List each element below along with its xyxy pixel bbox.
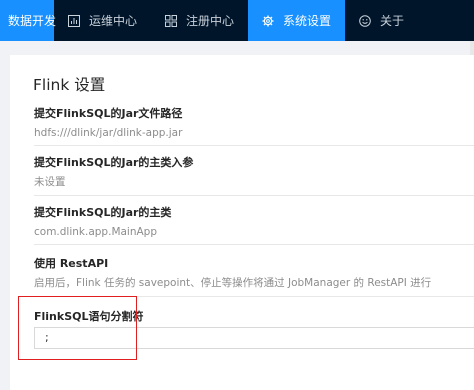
setting-value: hdfs:///dlink/jar/dlink-app.jar bbox=[34, 127, 183, 139]
nav-item-ops-center[interactable]: 运维中心 bbox=[54, 0, 151, 41]
nav-item-label: 运维中心 bbox=[89, 14, 138, 28]
nav-item-label: 系统设置 bbox=[283, 14, 332, 28]
setting-jar-main-args[interactable]: 提交FlinkSQL的Jar的主类入参 未设置 bbox=[34, 156, 193, 189]
setting-label: 使用 RestAPI bbox=[34, 257, 109, 270]
setting-use-restapi[interactable]: 使用 RestAPI 启用后，Flink 任务的 savepoint、停止等操作… bbox=[34, 257, 431, 290]
divider bbox=[34, 244, 474, 245]
smile-icon bbox=[359, 14, 371, 27]
grid-icon bbox=[165, 14, 178, 27]
app-window: 数据开发 运维中心 注册中心 系统设置 关于 Flink 设置 提交FlinkS… bbox=[0, 0, 474, 390]
setting-label: 提交FlinkSQL的Jar的主类入参 bbox=[34, 156, 194, 169]
nav-item-data-dev[interactable]: 数据开发 bbox=[0, 0, 57, 41]
top-navigation: 数据开发 运维中心 注册中心 系统设置 关于 bbox=[0, 0, 474, 41]
gear-icon bbox=[262, 15, 274, 27]
setting-label: 提交FlinkSQL的Jar的主类 bbox=[34, 206, 172, 219]
nav-item-label: 注册中心 bbox=[186, 14, 235, 28]
dashboard-icon bbox=[68, 14, 80, 27]
nav-item-registry-center[interactable]: 注册中心 bbox=[151, 0, 248, 41]
setting-label: 提交FlinkSQL的Jar文件路径 bbox=[34, 107, 183, 120]
divider bbox=[34, 145, 474, 146]
nav-item-system-settings[interactable]: 系统设置 bbox=[248, 0, 346, 41]
setting-value: 启用后，Flink 任务的 savepoint、停止等操作将通过 JobMana… bbox=[34, 277, 432, 289]
setting-value: com.dlink.app.MainApp bbox=[34, 226, 158, 238]
divider bbox=[34, 195, 474, 196]
nav-item-about[interactable]: 关于 bbox=[345, 0, 418, 41]
setting-jar-path[interactable]: 提交FlinkSQL的Jar文件路径 hdfs:///dlink/jar/dli… bbox=[34, 107, 182, 140]
highlight-box bbox=[18, 296, 137, 360]
setting-value: 未设置 bbox=[34, 176, 66, 188]
setting-jar-main-class[interactable]: 提交FlinkSQL的Jar的主类 com.dlink.app.MainApp bbox=[34, 206, 171, 239]
page-title: Flink 设置 bbox=[33, 76, 106, 94]
nav-item-label: 数据开发 bbox=[8, 14, 57, 28]
nav-item-label: 关于 bbox=[380, 14, 405, 28]
